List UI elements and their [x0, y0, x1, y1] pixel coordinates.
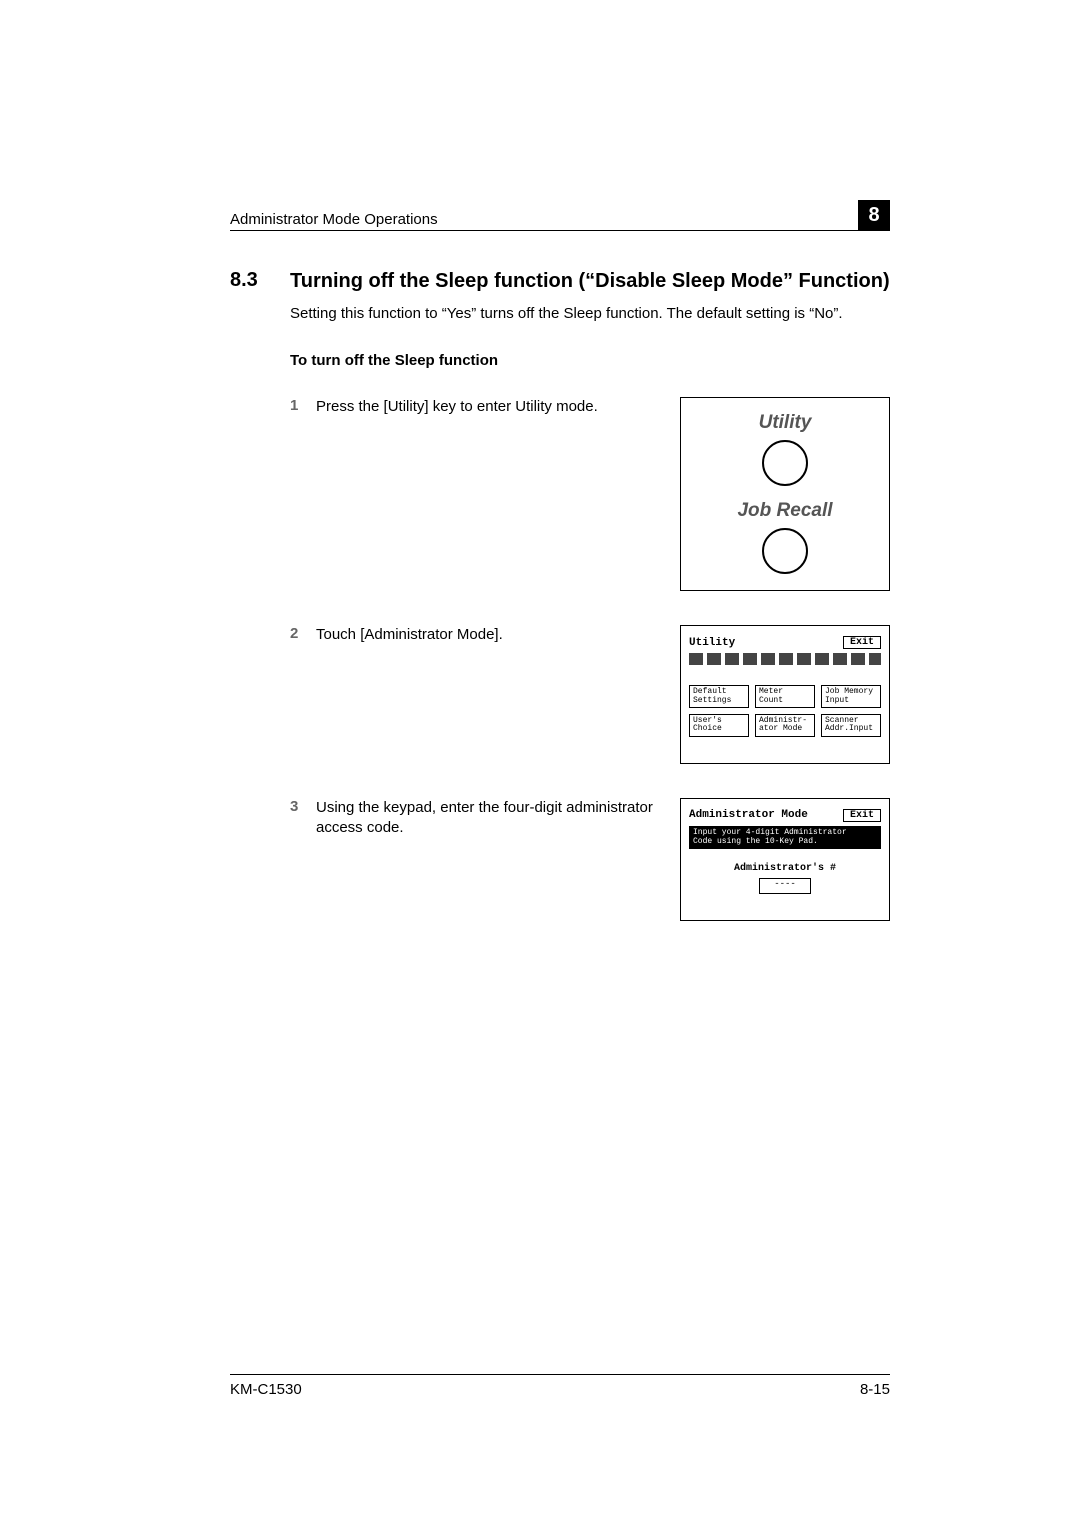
step-number: 1 — [290, 397, 316, 414]
screen-tab-band — [689, 653, 881, 665]
scanner-addr-input-button[interactable]: Scanner Addr.Input — [821, 714, 881, 737]
section-number: 8.3 — [230, 269, 290, 294]
section-heading: 8.3 Turning off the Sleep function (“Dis… — [230, 269, 890, 294]
step-number: 2 — [290, 625, 316, 642]
admin-code-input[interactable]: ---- — [759, 878, 811, 894]
step-text: Press the [Utility] key to enter Utility… — [316, 397, 680, 417]
header-title: Administrator Mode Operations — [230, 211, 438, 228]
step-3: 3 Using the keypad, enter the four-digit… — [290, 798, 890, 922]
step-text: Using the keypad, enter the four-digit a… — [316, 798, 680, 839]
figure-utility-screen: Utility Exit Default Settings Meter Coun… — [680, 625, 890, 764]
procedure-subhead: To turn off the Sleep function — [290, 352, 890, 369]
step-2: 2 Touch [Administrator Mode]. Utility Ex… — [290, 625, 890, 764]
section-title: Turning off the Sleep function (“Disable… — [290, 269, 890, 294]
administrator-mode-button[interactable]: Administr- ator Mode — [755, 714, 815, 737]
figure-admin-code-screen: Administrator Mode Exit Input your 4-dig… — [680, 798, 890, 922]
section-intro: Setting this function to “Yes” turns off… — [290, 304, 890, 324]
utility-key-label: Utility — [691, 412, 879, 434]
screen-message: Input your 4-digit Administrator Code us… — [689, 826, 881, 850]
step-text: Touch [Administrator Mode]. — [316, 625, 680, 645]
utility-key-icon — [762, 440, 808, 486]
page-header: Administrator Mode Operations 8 — [230, 200, 890, 231]
screen-title: Administrator Mode — [689, 809, 808, 821]
exit-button[interactable]: Exit — [843, 809, 881, 822]
jobrecall-key-icon — [762, 528, 808, 574]
footer-model: KM-C1530 — [230, 1381, 302, 1398]
chapter-number-box: 8 — [858, 200, 890, 230]
screen-title: Utility — [689, 637, 735, 649]
jobrecall-key-label: Job Recall — [691, 500, 879, 522]
step-number: 3 — [290, 798, 316, 815]
figure-utility-keys: Utility Job Recall — [680, 397, 890, 591]
exit-button[interactable]: Exit — [843, 636, 881, 649]
default-settings-button[interactable]: Default Settings — [689, 685, 749, 708]
manual-page: Administrator Mode Operations 8 8.3 Turn… — [0, 0, 1080, 1528]
footer-page: 8-15 — [860, 1381, 890, 1398]
meter-count-button[interactable]: Meter Count — [755, 685, 815, 708]
page-footer: KM-C1530 8-15 — [230, 1374, 890, 1398]
admin-code-label: Administrator's # — [689, 863, 881, 874]
job-memory-input-button[interactable]: Job Memory Input — [821, 685, 881, 708]
users-choice-button[interactable]: User's Choice — [689, 714, 749, 737]
step-1: 1 Press the [Utility] key to enter Utili… — [290, 397, 890, 591]
